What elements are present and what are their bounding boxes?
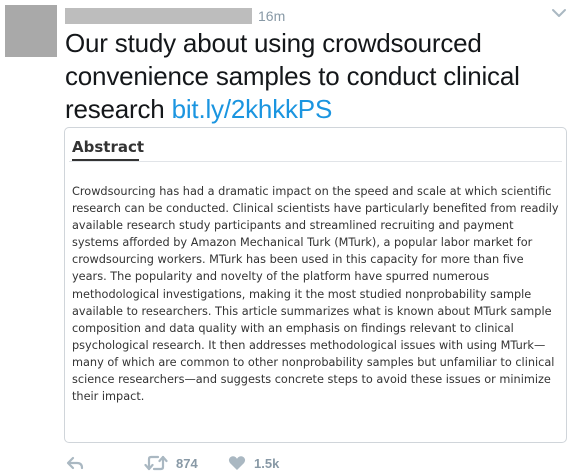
avatar[interactable] — [5, 5, 57, 57]
like-count: 1.5k — [254, 455, 280, 471]
tweet-actions: 874 1.5k — [0, 452, 577, 474]
tweet-link[interactable]: bit.ly/2khkkPS — [172, 94, 333, 124]
retweet-count: 874 — [176, 455, 198, 471]
tweet-text: Our study about using crowdsourced conve… — [65, 27, 565, 126]
tweet-timestamp[interactable]: 16m — [258, 8, 285, 24]
heart-icon — [228, 456, 246, 470]
card-abstract-text: Crowdsourcing has had a dramatic impact … — [72, 185, 559, 404]
retweet-button[interactable]: 874 — [144, 452, 198, 474]
link-preview-card[interactable]: Abstract Crowdsourcing has had a dramati… — [64, 127, 567, 443]
reply-icon — [66, 456, 84, 470]
more-options-button[interactable] — [550, 6, 568, 20]
card-title-underline — [72, 159, 139, 161]
card-title: Abstract — [72, 138, 145, 156]
card-divider — [69, 161, 562, 162]
redacted-user-name[interactable] — [65, 8, 252, 24]
retweet-icon — [144, 455, 168, 471]
reply-button[interactable] — [66, 452, 84, 474]
chevron-down-icon — [552, 9, 566, 17]
like-button[interactable]: 1.5k — [228, 452, 279, 474]
